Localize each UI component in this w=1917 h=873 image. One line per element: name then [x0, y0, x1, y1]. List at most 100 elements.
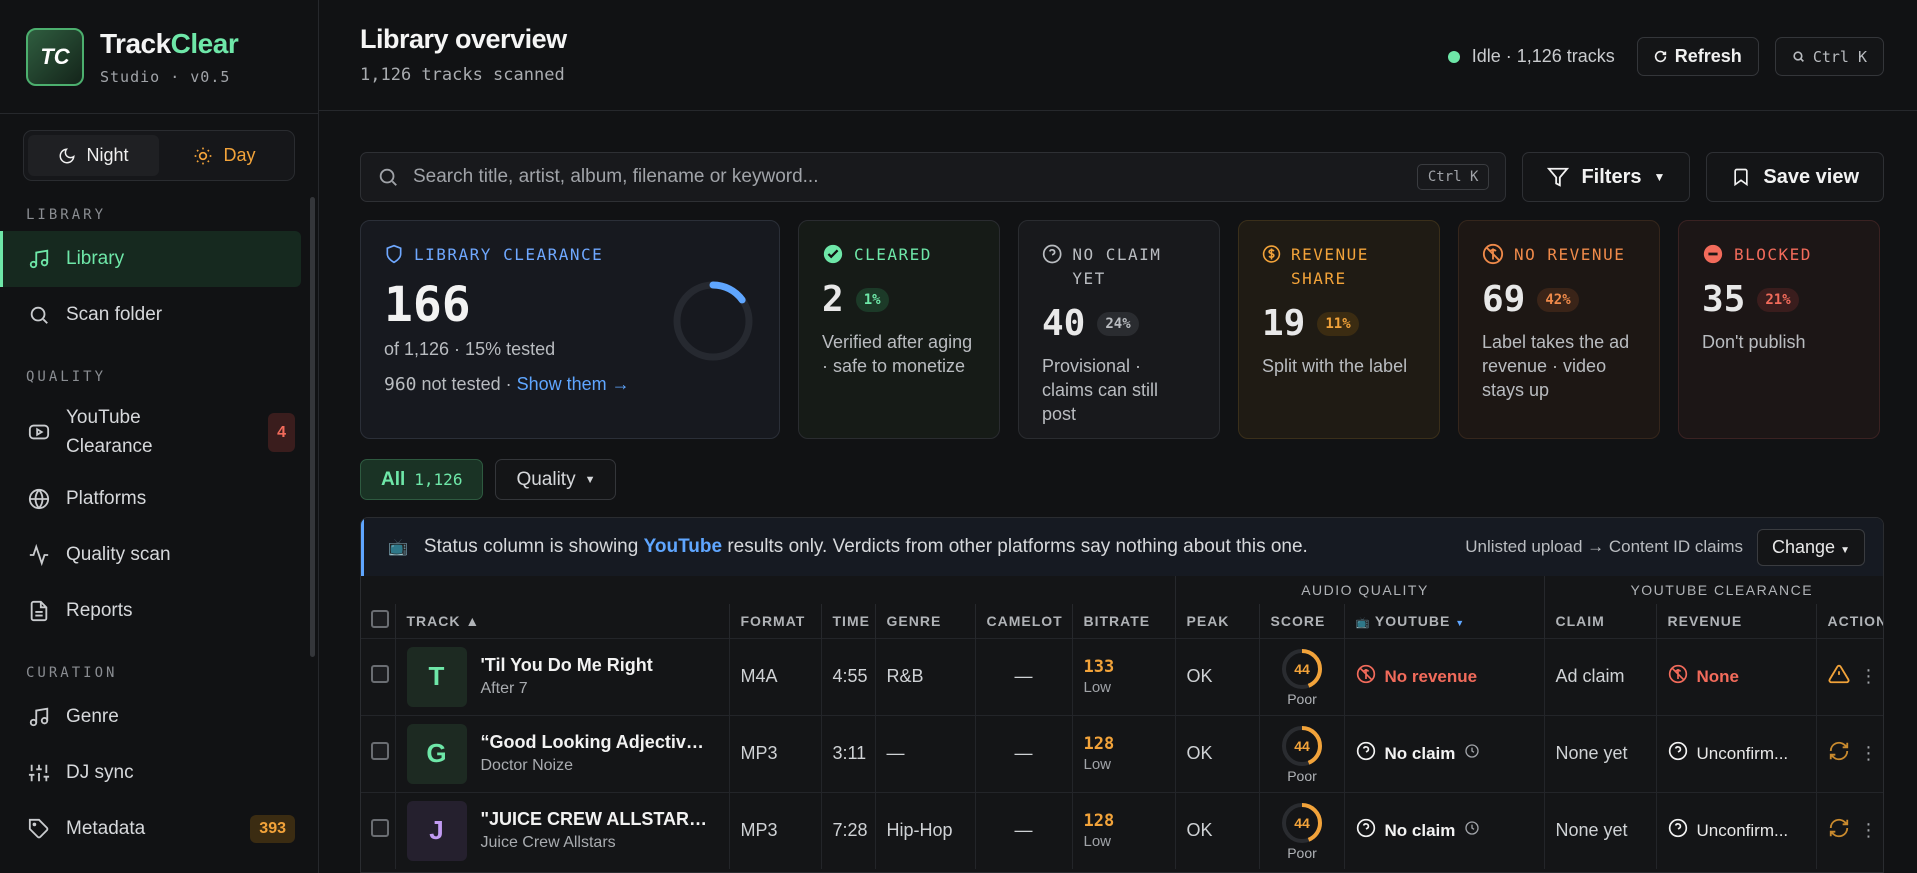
- more-icon[interactable]: ⋮: [1860, 820, 1878, 841]
- platform-banner: 📺 Status column is showing YouTube resul…: [361, 518, 1883, 576]
- track-artist: After 7: [480, 680, 528, 697]
- warning-icon[interactable]: [1828, 663, 1850, 690]
- sidebar-item-platforms[interactable]: Platforms: [0, 471, 318, 527]
- col-track[interactable]: TRACK ▲: [395, 604, 730, 638]
- row-checkbox[interactable]: [371, 819, 389, 838]
- sidebar-item-label: Platforms: [66, 488, 147, 509]
- track-bitrate: 133: [1083, 657, 1115, 677]
- card-title: BLOCKED: [1734, 245, 1812, 264]
- bitrate-quality: Low: [1083, 833, 1112, 851]
- change-mode-button[interactable]: Change ▼: [1757, 528, 1865, 566]
- no-revenue-card[interactable]: NO REVENUE 69 42% Label takes the ad reve…: [1458, 220, 1660, 439]
- track-genre: Hip-Hop: [875, 791, 976, 869]
- sidebar-item-dj-sync[interactable]: DJ sync: [0, 745, 318, 801]
- table-row[interactable]: J "JUICE CREW ALLSTARS" ... Juice Crew All…: [361, 791, 1883, 869]
- day-label: Day: [223, 145, 256, 165]
- save-view-button[interactable]: Save view: [1706, 152, 1884, 202]
- search-input[interactable]: Search title, artist, album, filename or…: [360, 152, 1507, 202]
- sidebar-item-label: Reports: [66, 600, 133, 621]
- youtube-status: No claim: [1356, 741, 1544, 766]
- night-mode-button[interactable]: Night: [28, 135, 159, 176]
- col-bitrate[interactable]: BITRATE: [1072, 604, 1176, 638]
- card-description: Verified after aging · safe to monetize: [822, 332, 973, 376]
- shortcut-label: Ctrl K: [1812, 47, 1867, 66]
- moon-icon: [60, 147, 76, 163]
- col-time[interactable]: TIME: [821, 604, 876, 638]
- track-peak: OK: [1175, 791, 1260, 869]
- brand: TC TrackClear Studio · v0.5: [0, 0, 318, 114]
- track-bitrate: 128: [1083, 811, 1115, 832]
- col-actions: ACTIONS: [1827, 612, 1883, 629]
- col-genre[interactable]: GENRE: [875, 604, 976, 638]
- sidebar-item-metadata[interactable]: Metadata 393: [0, 801, 318, 857]
- filters-button[interactable]: Filters ▼: [1522, 152, 1691, 202]
- claim-status: Ad claim: [1544, 637, 1657, 715]
- refresh-button[interactable]: Refresh: [1636, 37, 1759, 76]
- sidebar-item-genre[interactable]: Genre: [0, 689, 318, 745]
- col-youtube[interactable]: 📺 YOUTUBE ▼: [1344, 604, 1545, 638]
- select-all-checkbox[interactable]: [371, 610, 389, 629]
- search-shortcut: Ctrl K: [1416, 164, 1490, 190]
- col-claim[interactable]: CLAIM: [1544, 604, 1657, 638]
- col-score[interactable]: SCORE: [1259, 604, 1345, 638]
- clock-icon: [1464, 743, 1480, 764]
- sidebar-scrollbar[interactable]: [310, 197, 315, 657]
- col-revenue[interactable]: REVENUE: [1656, 604, 1817, 638]
- sidebar-item-youtube-clearance[interactable]: YouTube Clearance 4: [0, 393, 318, 471]
- command-palette-button[interactable]: Ctrl K: [1774, 37, 1884, 76]
- cleared-card[interactable]: CLEARED 2 1% Verified after aging · safe …: [798, 220, 1000, 439]
- card-title: REVENUE SHARE: [1291, 245, 1369, 288]
- track-avatar: T: [406, 646, 467, 707]
- more-icon[interactable]: ⋮: [1860, 743, 1878, 764]
- blocked-card[interactable]: BLOCKED 35 21% Don't publish: [1678, 220, 1880, 439]
- track-format: M4A: [729, 637, 822, 715]
- card-value: 19: [1262, 303, 1306, 344]
- show-them-link[interactable]: Show them →: [517, 374, 630, 394]
- track-avatar: G: [406, 723, 467, 784]
- sidebar-item-scan-folder[interactable]: Scan folder: [0, 287, 318, 343]
- col-peak[interactable]: PEAK: [1175, 604, 1260, 638]
- sidebar-item-library[interactable]: Library: [0, 231, 301, 287]
- check-circle-icon: [823, 244, 843, 264]
- no-claim-card[interactable]: NO CLAIM YET 40 24% Provisional · claims …: [1018, 220, 1220, 439]
- library-clearance-card: LIBRARY CLEARANCE 166 of 1,126 · 15% tes…: [360, 220, 780, 439]
- card-percent: 42%: [1537, 287, 1579, 312]
- track-format: MP3: [729, 714, 822, 792]
- bookmark-icon: [1734, 168, 1749, 187]
- bitrate-quality: Low: [1083, 756, 1112, 773]
- col-camelot[interactable]: CAMELOT: [975, 604, 1073, 638]
- audio-quality-group: AUDIO QUALITY: [1175, 576, 1545, 604]
- row-actions: ⋮: [1828, 663, 1883, 690]
- save-view-label: Save view: [1763, 165, 1859, 188]
- recheck-icon[interactable]: [1828, 740, 1850, 767]
- bitrate-quality: Low: [1083, 679, 1112, 696]
- sidebar-item-label: Metadata: [66, 818, 146, 839]
- row-checkbox[interactable]: [371, 665, 389, 683]
- sidebar-item-label: Quality scan: [66, 544, 171, 565]
- day-mode-button[interactable]: Day: [159, 135, 290, 176]
- table-row[interactable]: G “Good Looking Adjectives... Doctor Noize…: [361, 714, 1883, 792]
- score-ring: 44: [1282, 648, 1323, 689]
- card-title: LIBRARY CLEARANCE: [414, 245, 604, 264]
- quality-dropdown[interactable]: Quality ▼: [495, 459, 617, 500]
- col-format[interactable]: FORMAT: [729, 604, 822, 638]
- search-placeholder: Search title, artist, album, filename or…: [413, 166, 819, 187]
- card-percent: 11%: [1317, 311, 1359, 336]
- search-icon: [1793, 51, 1804, 62]
- table-row[interactable]: T 'Til You Do Me Right After 7 M4A 4:55 R&…: [361, 637, 1883, 715]
- card-description: Don't publish: [1702, 332, 1806, 352]
- more-icon[interactable]: ⋮: [1860, 666, 1878, 687]
- banner-text: Status column is showing YouTube results…: [423, 536, 1308, 557]
- no-dollar-icon: [1356, 664, 1376, 689]
- question-circle-icon: [1668, 818, 1688, 843]
- sidebar-item-quality-scan[interactable]: Quality scan: [0, 527, 318, 583]
- question-circle-icon: [1356, 741, 1376, 766]
- row-checkbox[interactable]: [371, 742, 389, 760]
- recheck-icon[interactable]: [1828, 817, 1850, 844]
- revenue-share-card[interactable]: REVENUE SHARE 19 11% Split with the label: [1238, 220, 1440, 439]
- revenue-status: None: [1668, 664, 1816, 689]
- sidebar-item-reports[interactable]: Reports: [0, 583, 318, 639]
- activity-icon: [29, 544, 49, 566]
- filter-chip-all[interactable]: All 1,126: [360, 459, 484, 500]
- music-note-icon: [29, 707, 49, 727]
